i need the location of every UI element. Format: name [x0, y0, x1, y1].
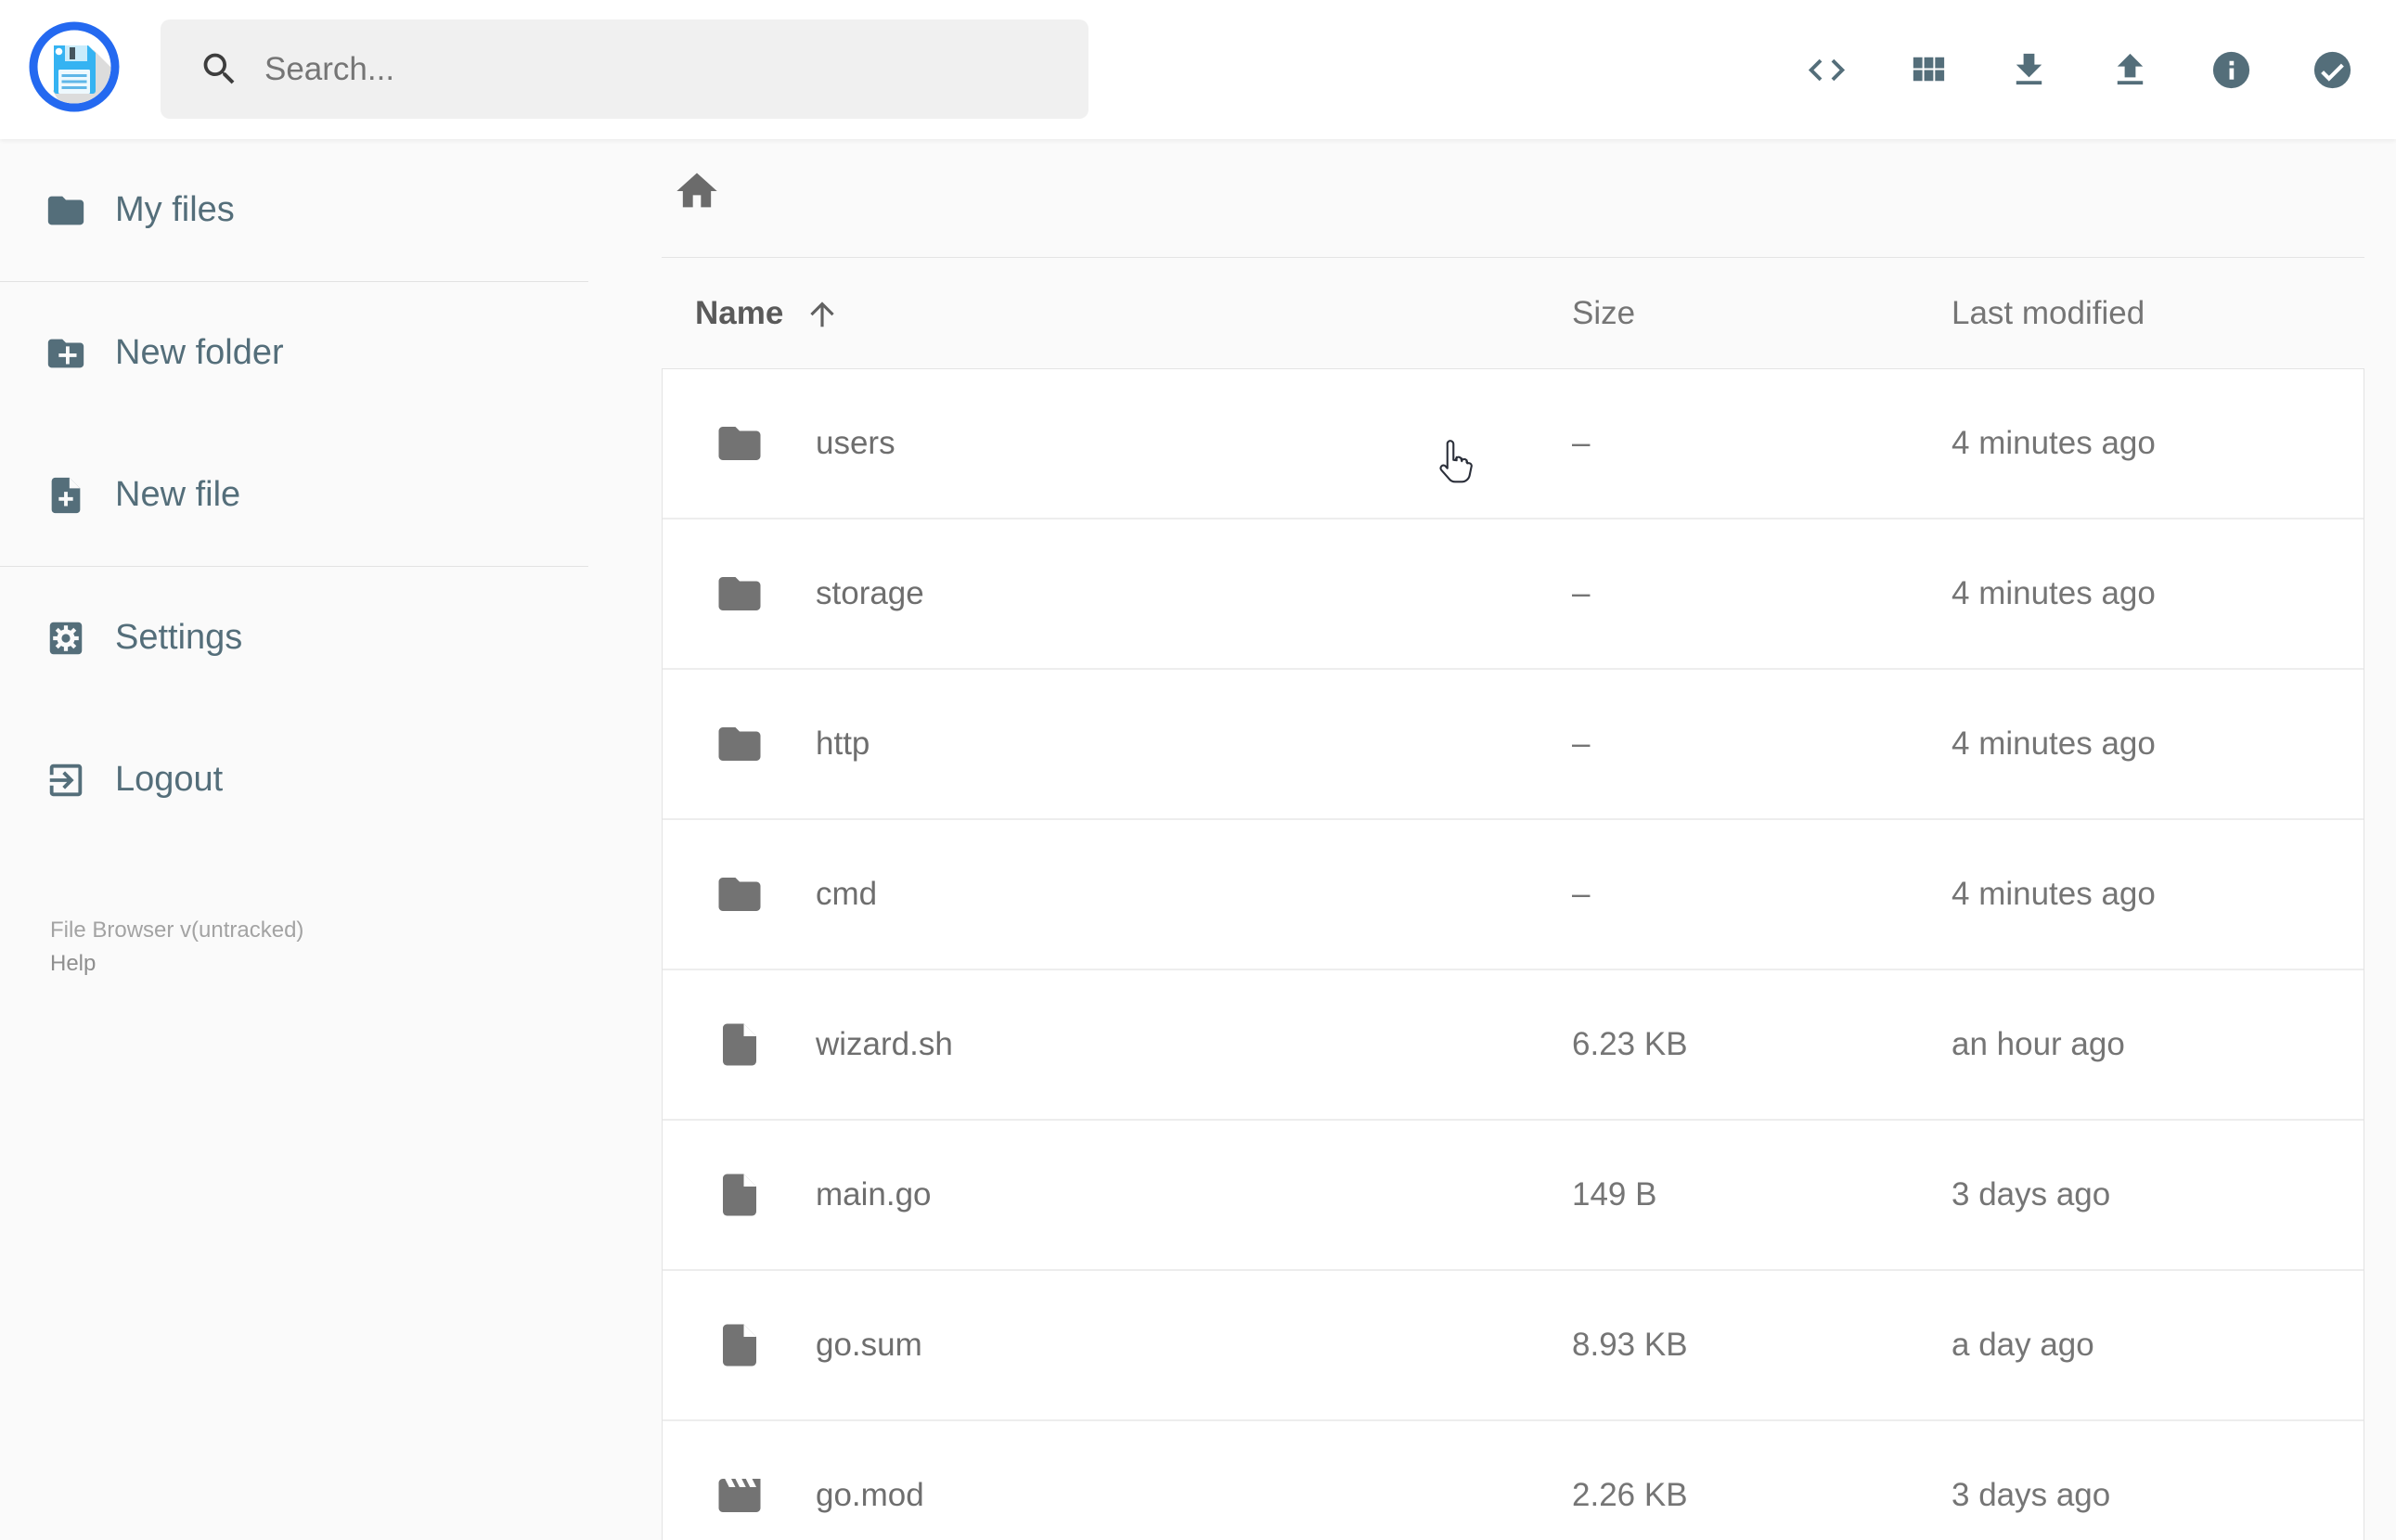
column-header-name-label: Name	[695, 294, 784, 331]
main-content: Name Size Last modified users – 4 minute…	[588, 139, 2396, 1540]
file-name-cell: main.go	[663, 1170, 1572, 1220]
sidebar-item-label: New file	[115, 475, 241, 514]
file-name-cell: wizard.sh	[663, 1020, 1572, 1070]
file-row-http[interactable]: http – 4 minutes ago	[663, 670, 2364, 820]
upload-button[interactable]	[2108, 48, 2152, 92]
file-name-label: users	[816, 425, 895, 461]
file-row-wizard.sh[interactable]: wizard.sh 6.23 KB an hour ago	[663, 970, 2364, 1121]
floppy-disk-logo-icon	[29, 21, 120, 112]
file-row-go.sum[interactable]: go.sum 8.93 KB a day ago	[663, 1271, 2364, 1421]
file-row-users[interactable]: users – 4 minutes ago	[663, 369, 2364, 520]
file-name-label: go.mod	[816, 1477, 924, 1513]
folder-icon	[715, 719, 765, 769]
download-icon	[2016, 53, 2042, 84]
file-listing: users – 4 minutes ago storage – 4 minute…	[662, 368, 2364, 1540]
grid-view-icon	[1913, 57, 1945, 81]
file-modified-cell: 3 days ago	[1952, 1176, 2111, 1213]
file-name-cell: users	[663, 418, 1572, 468]
home-icon	[676, 173, 717, 208]
folder-icon	[47, 196, 84, 225]
file-row-main.go[interactable]: main.go 149 B 3 days ago	[663, 1121, 2364, 1271]
search-box	[161, 19, 1089, 119]
sidebar-item-new-folder[interactable]: New folder	[0, 282, 588, 424]
file-size-cell: –	[1572, 725, 1591, 762]
file-row-cmd[interactable]: cmd – 4 minutes ago	[663, 820, 2364, 970]
sidebar-item-label: Settings	[115, 618, 243, 657]
file-size-cell: 2.26 KB	[1572, 1477, 1688, 1513]
app-version-text: File Browser v(untracked)	[50, 918, 304, 943]
select-multiple-button[interactable]	[2311, 48, 2354, 92]
sidebar-item-new-file[interactable]: New file	[0, 424, 588, 566]
file-icon	[715, 1170, 765, 1220]
file-name-cell: go.mod	[663, 1470, 1572, 1521]
code-icon	[1808, 58, 1846, 81]
file-modified-cell: an hour ago	[1952, 1026, 2125, 1062]
file-modified-cell: 4 minutes ago	[1952, 575, 2156, 611]
info-button[interactable]	[2209, 48, 2253, 92]
settings-gear-icon	[49, 622, 83, 654]
column-header-modified[interactable]: Last modified	[1952, 295, 2364, 332]
movie-icon	[715, 1470, 765, 1521]
sidebar-item-settings[interactable]: Settings	[0, 567, 588, 709]
upload-icon	[2117, 53, 2144, 84]
sidebar: My files New folder New file Settings Lo…	[0, 139, 588, 1540]
file-icon	[715, 1320, 765, 1370]
help-link[interactable]: Help	[50, 947, 96, 981]
sidebar-item-label: Logout	[115, 760, 224, 799]
logout-icon	[49, 764, 83, 796]
file-size-cell: –	[1572, 425, 1591, 461]
file-name-label: go.sum	[816, 1327, 922, 1363]
sidebar-item-label: New folder	[115, 333, 284, 372]
file-name-label: main.go	[816, 1176, 932, 1213]
folder-icon	[715, 418, 765, 468]
listing-header: Name Size Last modified	[662, 258, 2364, 368]
folder-icon	[715, 869, 765, 919]
breadcrumb-home-button[interactable]	[673, 167, 721, 215]
file-name-label: http	[816, 725, 870, 762]
search-input[interactable]	[161, 19, 1089, 119]
top-bar	[0, 0, 2396, 139]
switch-view-button[interactable]	[1906, 48, 1950, 92]
file-modified-cell: a day ago	[1952, 1327, 2094, 1363]
file-size-cell: 6.23 KB	[1572, 1026, 1688, 1062]
sort-ascending-arrow-icon	[810, 301, 834, 327]
column-header-name[interactable]: Name	[662, 295, 1572, 332]
file-name-cell: storage	[663, 569, 1572, 619]
file-size-cell: –	[1572, 876, 1591, 912]
download-button[interactable]	[2007, 48, 2051, 92]
info-icon	[2212, 51, 2250, 88]
header-actions	[1805, 0, 2354, 139]
file-size-cell: 8.93 KB	[1572, 1327, 1688, 1363]
folder-icon	[715, 569, 765, 619]
file-name-cell: http	[663, 719, 1572, 769]
sidebar-item-label: My files	[115, 190, 235, 229]
file-modified-cell: 3 days ago	[1952, 1477, 2111, 1513]
sidebar-item-logout[interactable]: Logout	[0, 709, 588, 851]
file-modified-cell: 4 minutes ago	[1952, 425, 2156, 461]
folder-plus-icon	[47, 339, 84, 367]
file-name-label: storage	[816, 575, 924, 611]
file-browser-app: My files New folder New file	[0, 0, 2396, 1540]
check-circle-icon	[2313, 51, 2351, 88]
raw-code-view-button[interactable]	[1805, 48, 1849, 92]
file-size-cell: –	[1572, 575, 1591, 611]
file-browser-logo[interactable]	[28, 20, 121, 113]
file-row-storage[interactable]: storage – 4 minutes ago	[663, 520, 2364, 670]
column-header-size[interactable]: Size	[1572, 295, 1952, 332]
file-icon	[715, 1020, 765, 1070]
file-plus-icon	[51, 477, 81, 513]
file-modified-cell: 4 minutes ago	[1952, 725, 2156, 762]
file-name-cell: go.sum	[663, 1320, 1572, 1370]
file-row-go.mod[interactable]: go.mod 2.26 KB 3 days ago	[663, 1421, 2364, 1540]
file-name-label: cmd	[816, 876, 878, 912]
file-modified-cell: 4 minutes ago	[1952, 876, 2156, 912]
sidebar-item-my-files[interactable]: My files	[0, 139, 588, 281]
sidebar-footer: File Browser v(untracked) Help	[50, 914, 303, 981]
file-name-label: wizard.sh	[816, 1026, 953, 1062]
file-name-cell: cmd	[663, 869, 1572, 919]
file-size-cell: 149 B	[1572, 1176, 1657, 1213]
